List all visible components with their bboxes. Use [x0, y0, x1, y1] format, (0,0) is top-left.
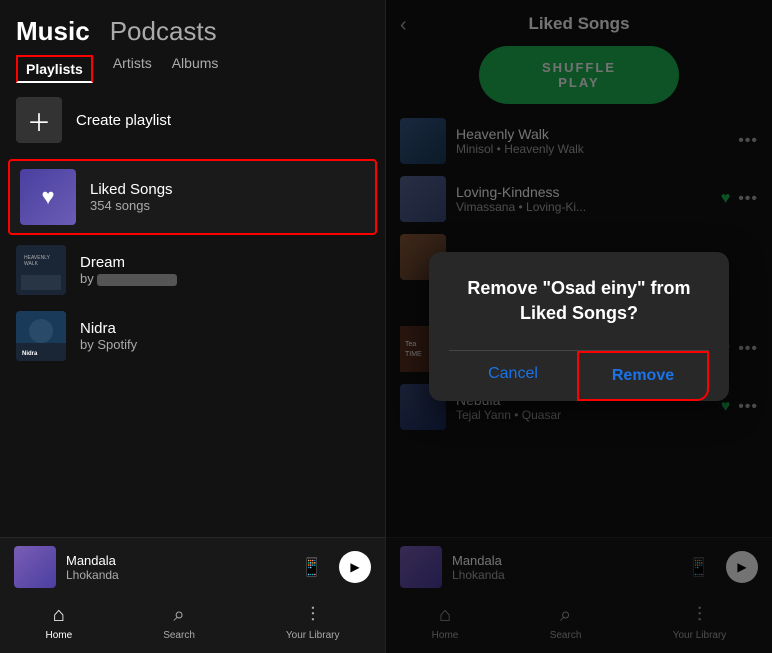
- nav-home-label-left: Home: [46, 630, 73, 641]
- dialog-title: Remove "Osad einy" from Liked Songs?: [449, 276, 709, 326]
- nav-bar-left: ⌂ Home ⌕ Search ⫶ Your Library: [0, 596, 385, 653]
- cancel-button[interactable]: Cancel: [449, 351, 577, 401]
- dream-sub: by: [80, 271, 177, 286]
- play-button-left[interactable]: ▶: [339, 551, 371, 583]
- nidra-info: Nidra by Spotify: [80, 320, 137, 352]
- nav-search-label-left: Search: [163, 630, 195, 641]
- nav-search-left[interactable]: ⌕ Search: [163, 604, 195, 641]
- now-playing-thumb-left: [14, 546, 56, 588]
- plus-icon: ＋: [16, 97, 62, 143]
- dialog-overlay: Remove "Osad einy" from Liked Songs? Can…: [386, 0, 772, 653]
- track-name-left: Mandala: [66, 553, 119, 568]
- create-playlist-label: Create playlist: [76, 112, 171, 129]
- tab-artists[interactable]: Artists: [113, 55, 152, 83]
- now-playing-left[interactable]: Mandala Lhokanda 📱 ▶: [0, 538, 385, 596]
- tab-albums[interactable]: Albums: [172, 55, 219, 83]
- right-panel: ‹ Liked Songs SHUFFLE PLAY Heavenly Walk…: [386, 0, 772, 653]
- header: Music Podcasts: [0, 0, 385, 47]
- tabs: Playlists Artists Albums: [0, 47, 385, 83]
- left-panel: Music Podcasts Playlists Artists Albums …: [0, 0, 386, 653]
- nav-library-label-left: Your Library: [286, 630, 340, 641]
- heart-icon: ♥: [41, 184, 54, 210]
- music-title[interactable]: Music: [16, 16, 90, 47]
- create-playlist-button[interactable]: ＋ Create playlist: [0, 83, 385, 157]
- nidra-item[interactable]: Nidra Nidra by Spotify: [0, 303, 385, 369]
- nav-library-left[interactable]: ⫶ Your Library: [286, 604, 340, 641]
- left-bottom-bar: Mandala Lhokanda 📱 ▶ ⌂ Home ⌕ Search ⫶ Y…: [0, 537, 385, 653]
- remove-dialog: Remove "Osad einy" from Liked Songs? Can…: [429, 252, 729, 401]
- liked-songs-name: Liked Songs: [90, 181, 173, 198]
- remove-button[interactable]: Remove: [577, 351, 709, 401]
- search-icon-left: ⌕: [173, 604, 184, 627]
- liked-songs-thumb: ♥: [20, 169, 76, 225]
- podcasts-title[interactable]: Podcasts: [110, 16, 217, 47]
- liked-songs-count: 354 songs: [90, 198, 173, 213]
- nidra-name: Nidra: [80, 320, 137, 337]
- artist-name-left: Lhokanda: [66, 568, 119, 582]
- dream-item[interactable]: HEAVENLY WALK Dream by: [0, 237, 385, 303]
- now-playing-info-left: Mandala Lhokanda: [66, 553, 119, 582]
- svg-text:Nidra: Nidra: [22, 351, 38, 357]
- dream-info: Dream by: [80, 254, 177, 286]
- playback-controls-left: 📱 ▶: [301, 551, 371, 583]
- nav-home-left[interactable]: ⌂ Home: [46, 604, 73, 641]
- nidra-thumb: Nidra: [16, 311, 66, 361]
- library-icon-left: ⫶: [310, 604, 315, 627]
- dream-name: Dream: [80, 254, 177, 271]
- liked-songs-info: Liked Songs 354 songs: [90, 181, 173, 213]
- dream-thumb: HEAVENLY WALK: [16, 245, 66, 295]
- dialog-buttons: Cancel Remove: [449, 350, 709, 401]
- device-icon-left[interactable]: 📱: [301, 557, 323, 578]
- home-icon-left: ⌂: [53, 604, 65, 627]
- tab-playlists[interactable]: Playlists: [16, 55, 93, 83]
- dream-author-redacted: [97, 274, 177, 286]
- liked-songs-item[interactable]: ♥ Liked Songs 354 songs: [8, 159, 377, 235]
- nidra-sub: by Spotify: [80, 337, 137, 352]
- svg-text:WALK: WALK: [24, 261, 39, 267]
